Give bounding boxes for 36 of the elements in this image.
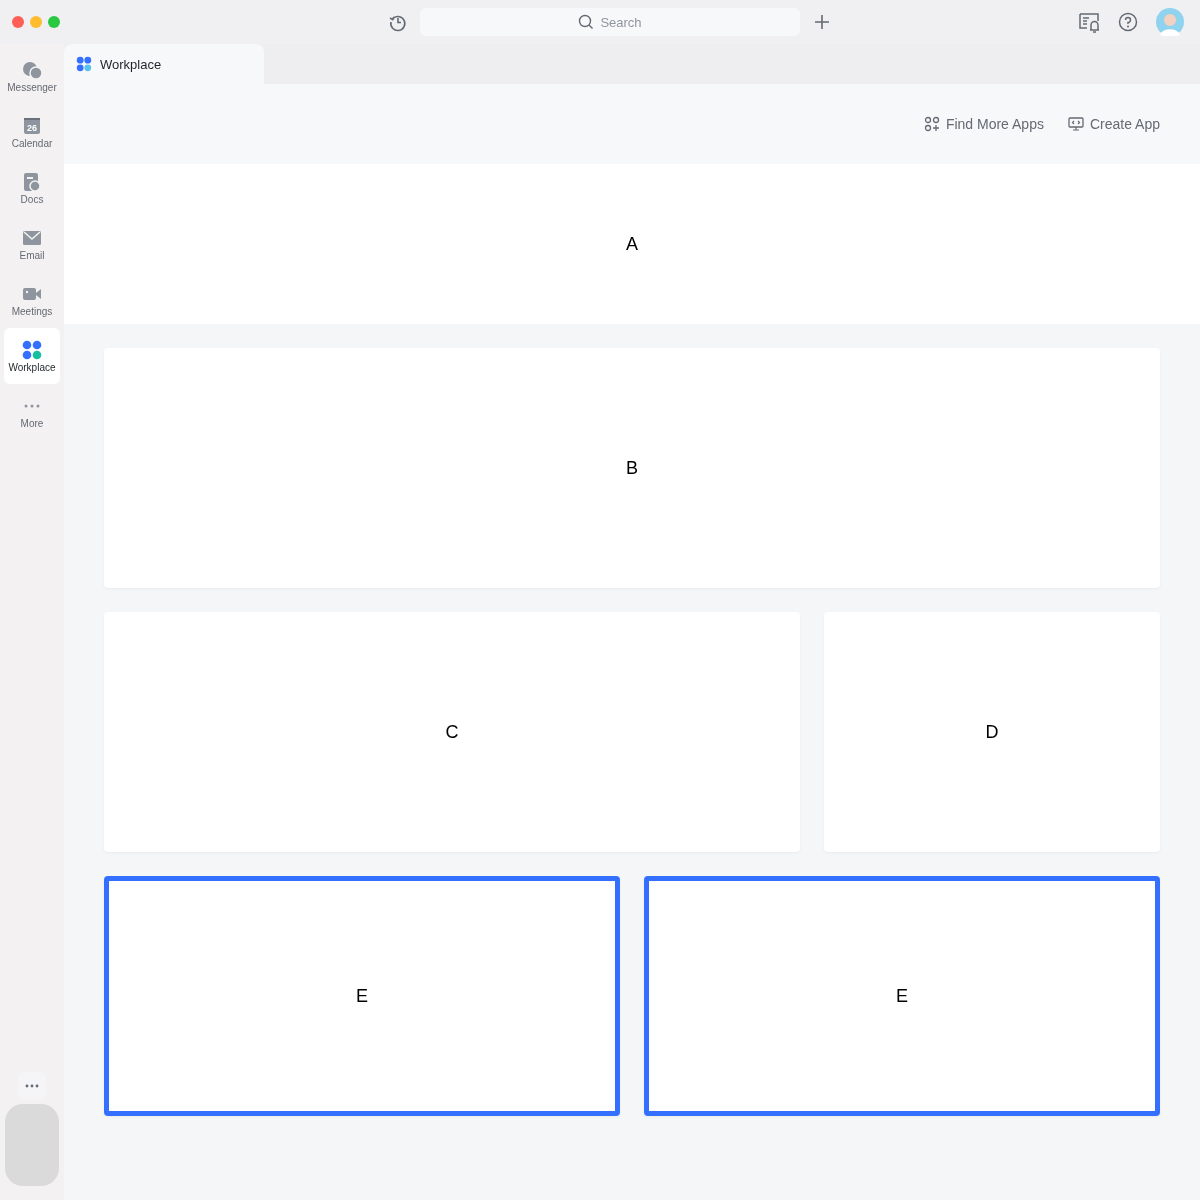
history-icon <box>389 15 406 32</box>
sidebar-item[interactable]: Messenger <box>4 48 60 104</box>
avatar[interactable] <box>1156 8 1184 36</box>
notification-list-icon[interactable] <box>1078 11 1100 33</box>
sidebar-item[interactable]: Meetings <box>4 272 60 328</box>
apps-icon <box>76 56 92 72</box>
more-icon <box>24 403 40 408</box>
card-label: A <box>626 233 638 255</box>
more-icon <box>24 1083 40 1089</box>
zoom-window-icon[interactable] <box>48 16 60 28</box>
card-label: E <box>896 985 908 1007</box>
toolbar-button[interactable]: Find More Apps <box>923 116 1044 132</box>
document-icon <box>22 171 42 192</box>
search-field[interactable]: Search <box>420 8 800 36</box>
add-icon[interactable] <box>812 12 832 32</box>
sidebar-item[interactable]: More <box>4 384 60 440</box>
sidebar-item[interactable]: Workplace <box>4 328 60 384</box>
calendar-icon: 26 <box>22 115 42 136</box>
more-button[interactable] <box>18 1072 46 1100</box>
minimize-window-icon[interactable] <box>30 16 42 28</box>
toolbar-button[interactable]: Create App <box>1067 116 1160 132</box>
card-label: B <box>626 457 638 479</box>
sidebar-item[interactable]: 26 Calendar <box>4 104 60 160</box>
apps-plus-icon <box>923 116 940 132</box>
sidebar-item[interactable]: Docs <box>4 160 60 216</box>
search-icon <box>578 14 595 30</box>
sidebar-item[interactable]: Email <box>4 216 60 272</box>
card-label: D <box>985 721 999 743</box>
help-icon[interactable] <box>1118 12 1138 32</box>
card-label: E <box>356 985 368 1007</box>
card-label: C <box>445 721 459 743</box>
apps-icon <box>22 339 42 360</box>
monitor-code-icon <box>1067 116 1084 132</box>
chat-icon <box>22 59 42 80</box>
tab[interactable]: Workplace <box>64 44 264 84</box>
close-window-icon[interactable] <box>12 16 24 28</box>
